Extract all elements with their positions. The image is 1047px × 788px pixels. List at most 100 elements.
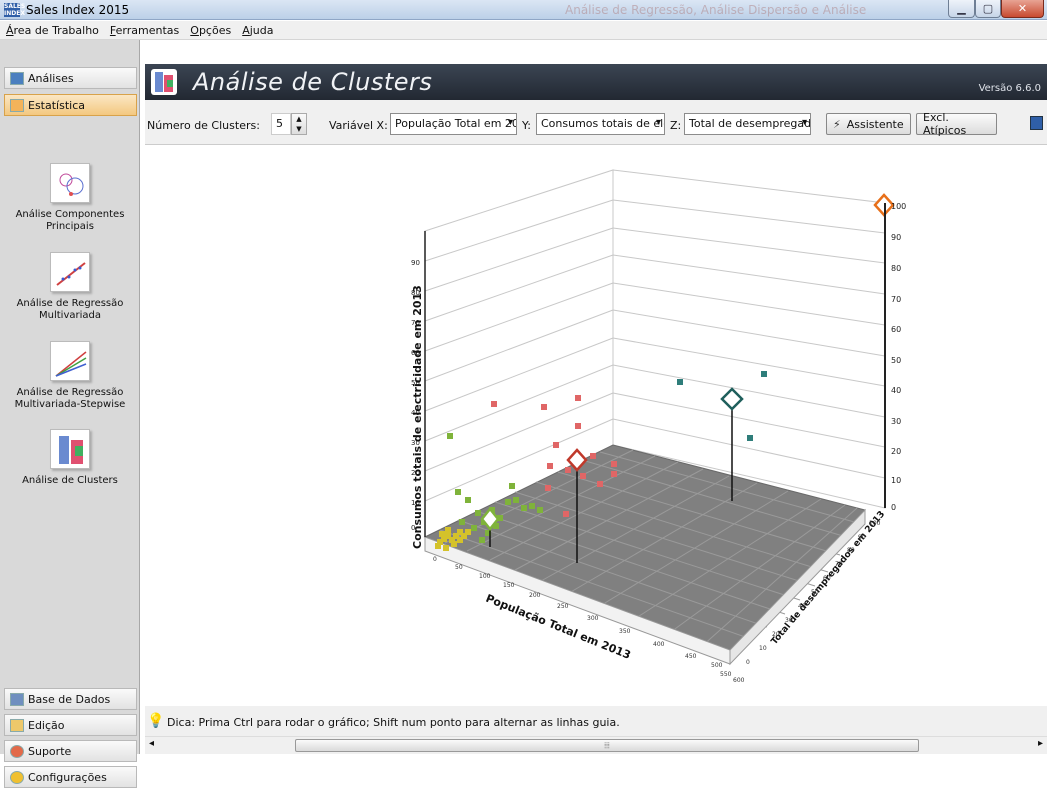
x-variable-select[interactable]: População Total em 2013: [390, 113, 517, 135]
scroll-right-icon[interactable]: ▸: [1038, 738, 1043, 749]
page-header: Análise de Clusters Versão 6.6.0: [145, 64, 1047, 100]
status-bar: 💡 Dica: Prima Ctrl para rodar o gráfico;…: [145, 706, 1047, 736]
page-title: Análise de Clusters: [193, 68, 433, 96]
data-point: [547, 463, 553, 469]
tick-label: 20: [772, 631, 780, 638]
lifebuoy-icon: [10, 744, 24, 758]
nav-label: Base de Dados: [28, 692, 111, 706]
tick-label: 200: [529, 592, 541, 599]
window-title: Sales Index 2015: [26, 3, 130, 17]
data-point: [505, 499, 511, 505]
data-point: [521, 505, 527, 511]
menu-area-trabalho[interactable]: Área de Trabalho: [6, 24, 99, 37]
data-point: [435, 543, 441, 549]
tool-label: Análise Componentes Principais: [15, 209, 125, 232]
tick-label: 100: [479, 573, 491, 580]
data-point: [553, 442, 559, 448]
x-variable-label: Variável X:: [329, 119, 388, 132]
data-point: [443, 545, 449, 551]
y-variable-label: Y:: [522, 119, 531, 132]
data-point: [541, 404, 547, 410]
clusters-stepper[interactable]: ▲ ▼: [291, 113, 307, 135]
tip-text: Dica: Prima Ctrl para rodar o gráfico; S…: [167, 716, 620, 729]
menu-ferramentas[interactable]: Ferramentas: [110, 24, 179, 37]
scroll-thumb[interactable]: ⦙⦙⦙: [295, 739, 919, 752]
data-point: [537, 507, 543, 513]
nav-suporte[interactable]: Suporte: [4, 740, 137, 762]
exclude-outliers-button[interactable]: Excl. Atípicos: [916, 111, 997, 137]
data-point: [611, 471, 617, 477]
nav-base-dados[interactable]: Base de Dados: [4, 688, 137, 710]
nav-edicao[interactable]: Edição: [4, 714, 137, 736]
clusters-icon: [151, 69, 177, 95]
tick-label: 550: [720, 671, 732, 678]
tick-label: 30: [785, 617, 793, 624]
maximize-button[interactable]: ▢: [975, 0, 1001, 18]
nav-configuracoes[interactable]: Configurações: [4, 766, 137, 788]
data-point: [590, 453, 596, 459]
pca-icon: [50, 163, 90, 203]
data-point: [465, 529, 471, 535]
clusters-input[interactable]: 5: [271, 113, 291, 135]
tick-label: 0: [746, 659, 750, 666]
chart-3d[interactable]: 100 90 80 70 60 50 40 30 20 10 0 90 80 7…: [145, 145, 1047, 707]
close-button[interactable]: ✕: [1001, 0, 1044, 18]
tool-regression[interactable]: Análise de Regressão Multivariada: [0, 252, 140, 322]
tool-stepwise[interactable]: Análise de Regressão Multivariada-Stepwi…: [0, 341, 140, 411]
tool-clusters[interactable]: Análise de Clusters: [0, 429, 140, 487]
tick-label: 0: [891, 503, 896, 512]
nav-analises[interactable]: Análises: [4, 67, 137, 89]
data-point: [575, 395, 581, 401]
nav-label: Suporte: [28, 744, 72, 758]
menu-opcoes[interactable]: Opções: [190, 24, 231, 37]
data-point: [479, 537, 485, 543]
tool-label: Análise de Clusters: [22, 475, 118, 486]
tick-label: 40: [891, 386, 901, 395]
nav-label: Análises: [28, 71, 74, 85]
y-variable-select[interactable]: Consumos totais de electricidade em 2013: [536, 113, 665, 135]
data-point: [545, 485, 551, 491]
sidebar: Análises Estatística Análise Componentes…: [0, 40, 140, 788]
data-point: [491, 401, 497, 407]
tick-label: 10: [759, 645, 767, 652]
data-point: [471, 525, 477, 531]
centroid-teal[interactable]: [720, 387, 744, 411]
tick-label: 0: [433, 556, 437, 563]
version-label: Versão 6.6.0: [978, 83, 1041, 94]
tool-label: Análise de Regressão Multivariada: [16, 298, 124, 321]
horizontal-scrollbar[interactable]: ◂ ⦙⦙⦙ ▸: [145, 736, 1047, 754]
data-point: [563, 511, 569, 517]
data-point: [747, 435, 753, 441]
tick-label: 60: [891, 325, 901, 334]
tick-label: 50: [455, 564, 463, 571]
tool-pca[interactable]: Análise Componentes Principais: [0, 163, 140, 233]
tick-label: 10: [891, 476, 901, 485]
data-point: [439, 531, 445, 537]
scroll-left-icon[interactable]: ◂: [149, 738, 154, 749]
nav-estatistica[interactable]: Estatística: [4, 94, 137, 116]
cluster-chart[interactable]: 100 90 80 70 60 50 40 30 20 10 0 90 80 7…: [145, 144, 1047, 706]
data-point: [465, 497, 471, 503]
nav-label: Edição: [28, 718, 65, 732]
assistant-label: Assistente: [846, 117, 904, 131]
save-icon[interactable]: [1030, 116, 1043, 130]
tick-label: 250: [557, 603, 569, 610]
minimize-button[interactable]: ▁: [948, 0, 975, 18]
data-point: [457, 537, 463, 543]
tick-label: 50: [891, 356, 901, 365]
tick-label: 300: [587, 615, 599, 622]
menu-ajuda[interactable]: Ajuda: [242, 24, 273, 37]
data-point: [513, 497, 519, 503]
tick-label: 500: [711, 662, 723, 669]
assistant-button[interactable]: ⚡ Assistente: [826, 113, 911, 135]
data-point: [575, 423, 581, 429]
tick-label: 400: [653, 641, 665, 648]
data-point: [761, 371, 767, 377]
cluster-teal-points: [677, 371, 767, 441]
data-point: [677, 379, 683, 385]
star-icon: [10, 770, 24, 784]
statistics-icon: [10, 98, 24, 112]
toolbar: Número de Clusters: 5 ▲ ▼ Variável X: Pop…: [145, 100, 1047, 144]
z-variable-select[interactable]: Total de desempregados em 2013: [684, 113, 811, 135]
data-point: [509, 483, 515, 489]
